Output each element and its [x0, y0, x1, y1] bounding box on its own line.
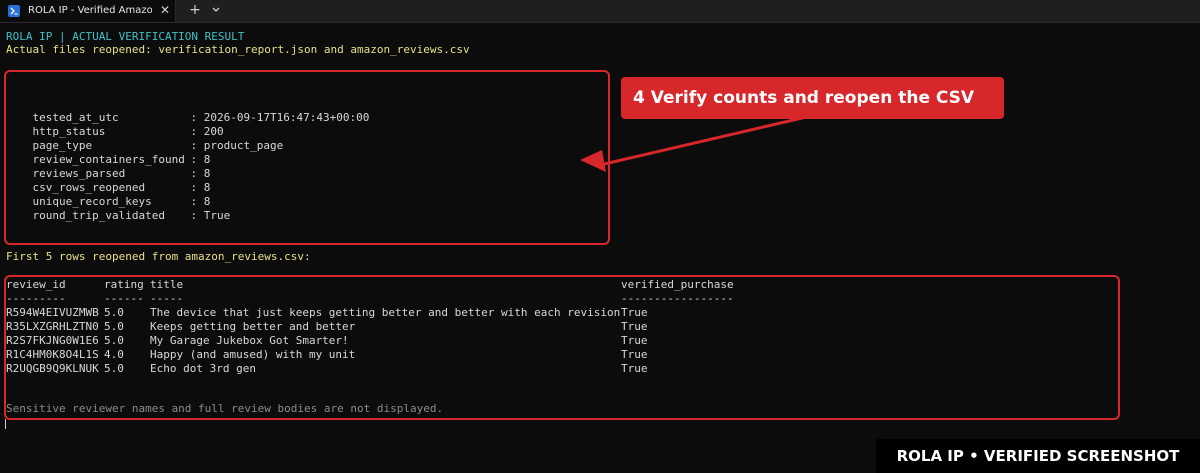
text-cursor	[5, 419, 6, 429]
header-line: ROLA IP | ACTUAL VERIFICATION RESULT	[6, 30, 245, 43]
rows-heading: First 5 rows reopened from amazon_review…	[6, 250, 311, 263]
new-tab-button[interactable]: +	[188, 2, 202, 18]
close-icon[interactable]: ✕	[158, 2, 172, 18]
callout-arrow-icon	[580, 113, 816, 172]
reopened-files-line: Actual files reopened: verification_repo…	[6, 43, 470, 56]
tab-title: ROLA IP - Verified Amazon Re	[28, 5, 152, 16]
tab-bar: ROLA IP - Verified Amazon Re ✕ +	[0, 0, 1200, 23]
tab-active[interactable]: ROLA IP - Verified Amazon Re ✕	[0, 0, 176, 22]
verified-badge: ROLA IP • VERIFIED SCREENSHOT	[876, 439, 1200, 473]
chevron-down-icon[interactable]	[210, 3, 222, 17]
report-highlight-box	[4, 70, 610, 245]
powershell-icon	[8, 5, 20, 17]
table-highlight-box	[4, 275, 1120, 420]
